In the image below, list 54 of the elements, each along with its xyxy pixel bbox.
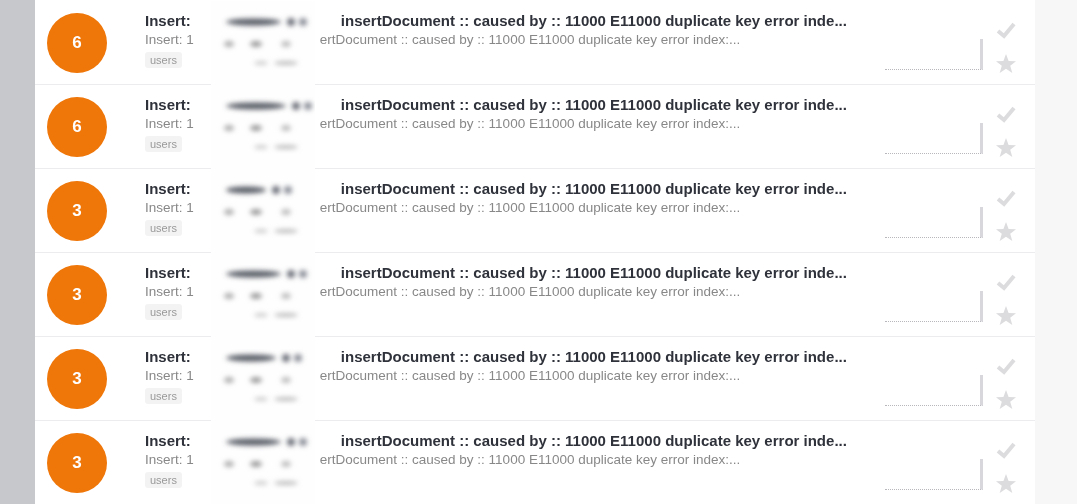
issue-summary-prefix: Insert: 1	[145, 32, 194, 47]
star-button[interactable]	[995, 473, 1017, 495]
star-button[interactable]	[995, 53, 1017, 75]
note-field[interactable]	[885, 123, 983, 154]
issue-title-prefix: Insert:	[145, 180, 191, 197]
note-field[interactable]	[885, 375, 983, 406]
issue-row[interactable]: 3 Insert: insertDocument :: caused by :: 11000 E11000 duplicate key error inde... Insert: 1 ertDocument :: caused by :: 11000 E11000 duplicate key error index:... users	[35, 421, 1035, 504]
issue-row[interactable]: 3 Insert: insertDocument :: caused by :: 11000 E11000 duplicate key error inde... Insert: 1 ertDocument :: caused by :: 11000 E11000 duplicate key error index:... users	[35, 337, 1035, 421]
star-icon	[995, 473, 1017, 495]
count-badge: 6	[47, 96, 107, 157]
note-field[interactable]	[885, 39, 983, 70]
issue-summary-prefix: Insert: 1	[145, 368, 194, 383]
star-icon	[995, 221, 1017, 243]
issue-summary: ertDocument :: caused by :: 11000 E11000 duplicate key error index:...	[319, 116, 741, 131]
issue-title-prefix: Insert:	[145, 432, 191, 449]
count-badge: 3	[47, 432, 107, 493]
issue-summary: ertDocument :: caused by :: 11000 E11000 duplicate key error index:...	[319, 452, 741, 467]
issue-title[interactable]: insertDocument :: caused by :: 11000 E11000 duplicate key error inde...	[340, 12, 847, 29]
issue-summary-prefix: Insert: 1	[145, 452, 194, 467]
issue-summary-prefix: Insert: 1	[145, 116, 194, 131]
count-badge: 3	[47, 348, 107, 409]
star-icon	[995, 305, 1017, 327]
note-field[interactable]	[885, 291, 983, 322]
issue-title[interactable]: insertDocument :: caused by :: 11000 E11000 duplicate key error inde...	[340, 96, 847, 113]
star-button[interactable]	[995, 305, 1017, 327]
note-field[interactable]	[885, 207, 983, 238]
star-icon	[995, 389, 1017, 411]
issue-summary: ertDocument :: caused by :: 11000 E11000 duplicate key error index:...	[319, 284, 741, 299]
issue-row[interactable]: 6 Insert: insertDocument :: caused by :: 11000 E11000 duplicate key error inde... Insert: 1 ertDocument :: caused by :: 11000 E11000 duplicate key error index:... users	[35, 85, 1035, 169]
issue-title-prefix: Insert:	[145, 96, 191, 113]
star-button[interactable]	[995, 221, 1017, 243]
issue-summary: ertDocument :: caused by :: 11000 E11000 duplicate key error index:...	[319, 32, 741, 47]
issue-row[interactable]: 3 Insert: insertDocument :: caused by :: 11000 E11000 duplicate key error inde... Insert: 1 ertDocument :: caused by :: 11000 E11000 duplicate key error index:... users	[35, 169, 1035, 253]
issue-title-prefix: Insert:	[145, 264, 191, 281]
issue-summary: ertDocument :: caused by :: 11000 E11000 duplicate key error index:...	[319, 368, 741, 383]
count-badge: 3	[47, 180, 107, 241]
issue-summary-prefix: Insert: 1	[145, 200, 194, 215]
issue-title-prefix: Insert:	[145, 12, 191, 29]
star-icon	[995, 53, 1017, 75]
star-button[interactable]	[995, 389, 1017, 411]
issue-title[interactable]: insertDocument :: caused by :: 11000 E11000 duplicate key error inde...	[340, 180, 847, 197]
issue-title[interactable]: insertDocument :: caused by :: 11000 E11000 duplicate key error inde...	[340, 264, 847, 281]
issue-title[interactable]: insertDocument :: caused by :: 11000 E11000 duplicate key error inde...	[340, 432, 847, 449]
issue-title-prefix: Insert:	[145, 348, 191, 365]
count-badge: 6	[47, 12, 107, 73]
star-icon	[995, 137, 1017, 159]
star-button[interactable]	[995, 137, 1017, 159]
issue-row[interactable]: 3 Insert: insertDocument :: caused by :: 11000 E11000 duplicate key error inde... Insert: 1 ertDocument :: caused by :: 11000 E11000 duplicate key error index:... users	[35, 253, 1035, 337]
issue-summary: ertDocument :: caused by :: 11000 E11000 duplicate key error index:...	[319, 200, 741, 215]
issue-title[interactable]: insertDocument :: caused by :: 11000 E11000 duplicate key error inde...	[340, 348, 847, 365]
note-field[interactable]	[885, 459, 983, 490]
count-badge: 3	[47, 264, 107, 325]
issue-row[interactable]: 6 Insert: insertDocument :: caused by :: 11000 E11000 duplicate key error inde... Insert: 1 ertDocument :: caused by :: 11000 E11000 duplicate key error index:... users	[35, 1, 1035, 85]
issue-summary-prefix: Insert: 1	[145, 284, 194, 299]
